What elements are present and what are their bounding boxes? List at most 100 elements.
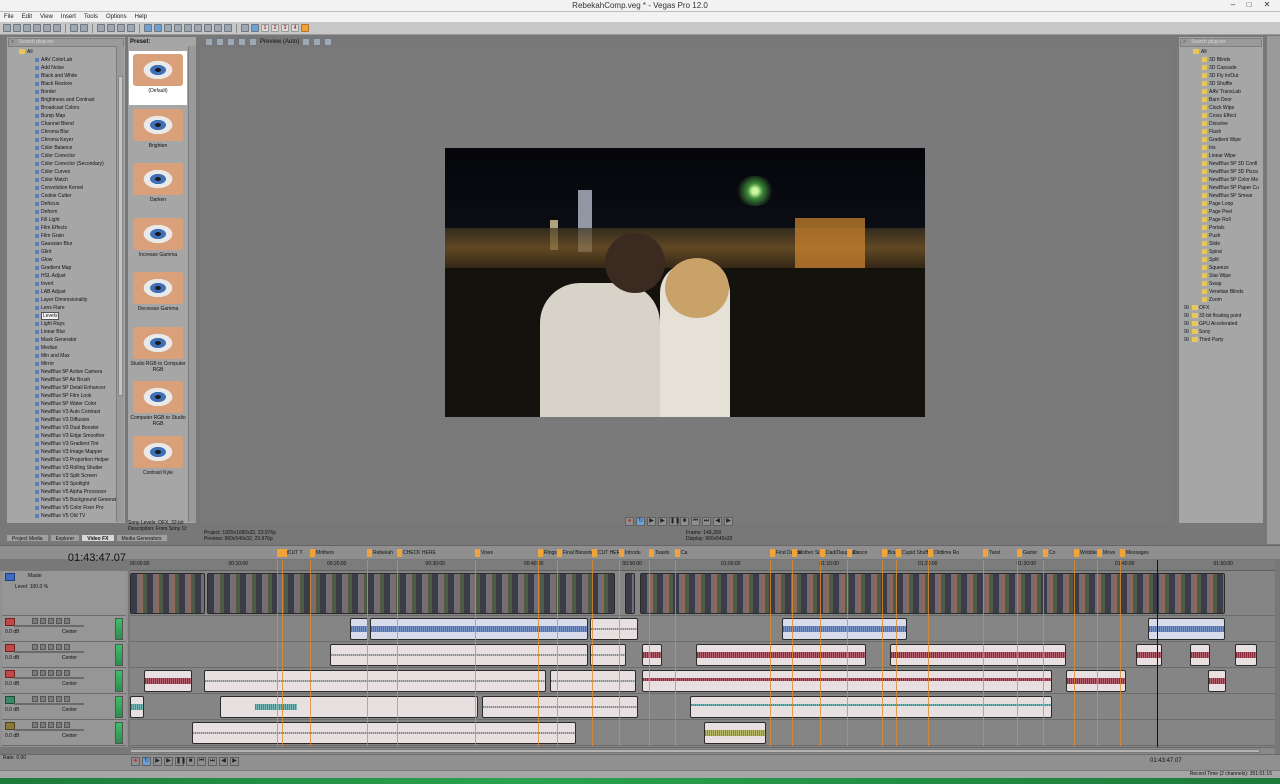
solo-icon[interactable] <box>40 644 46 650</box>
fx-item[interactable]: NewBlue 5P Water Color <box>7 400 125 408</box>
auto-crossfade-icon[interactable] <box>194 24 202 32</box>
timeline-marker[interactable]: Rings <box>538 549 557 557</box>
delete-icon[interactable] <box>127 24 135 32</box>
properties-icon[interactable] <box>53 24 61 32</box>
transition-item[interactable]: Dissolve <box>1179 120 1263 128</box>
fx-item[interactable]: Levels <box>7 312 125 320</box>
fx-item[interactable]: Light Rays <box>7 320 125 328</box>
audio-clip[interactable] <box>1136 644 1162 666</box>
transition-item[interactable]: Spiral <box>1179 248 1263 256</box>
fx-item[interactable]: NewBlue V3 Diffusion <box>7 416 125 424</box>
menu-edit[interactable]: Edit <box>18 12 36 22</box>
track-volume[interactable]: 0.0 dB <box>5 707 19 713</box>
open-folder-icon[interactable] <box>13 24 21 32</box>
previous-frame-button[interactable]: ◀ <box>219 757 228 766</box>
arm-record-icon[interactable] <box>56 696 62 702</box>
transition-folder[interactable]: ⊞ OFX <box>1179 304 1263 312</box>
solo-icon[interactable] <box>40 670 46 676</box>
fx-item[interactable]: NewBlue V3 Spotlight <box>7 480 125 488</box>
fx-item[interactable]: Brightness and Contrast <box>7 96 125 104</box>
fx-item[interactable]: NewBlue 5P Film Look <box>7 392 125 400</box>
timeline-marker[interactable]: Garter <box>1017 549 1037 557</box>
track-volume[interactable]: 0.0 dB <box>5 655 19 661</box>
previous-frame-button[interactable]: ◀ <box>713 517 722 526</box>
transitions-search-input[interactable]: ⌕ Search plug-ins <box>1180 38 1262 47</box>
preset-item[interactable]: Brighten <box>129 106 187 160</box>
envelope-tool-icon[interactable] <box>154 24 162 32</box>
layout-1-button[interactable]: 1 <box>261 24 269 32</box>
tab-project-media[interactable]: Project Media <box>6 534 49 542</box>
play-from-start-button[interactable]: ▶ <box>647 517 656 526</box>
marker-icon[interactable] <box>241 24 249 32</box>
fx-tree-root[interactable]: All <box>7 48 125 56</box>
arm-record-icon[interactable] <box>56 644 62 650</box>
transition-item[interactable]: Linear Wipe <box>1179 152 1263 160</box>
fx-icon[interactable] <box>48 670 54 676</box>
audio-clip[interactable] <box>350 618 368 640</box>
fx-item[interactable]: Bump Map <box>7 112 125 120</box>
audio-clip[interactable] <box>1148 618 1225 640</box>
mute-icon[interactable] <box>32 696 38 702</box>
transition-item[interactable]: Iris <box>1179 144 1263 152</box>
fx-item[interactable]: Layer Dimensionality <box>7 296 125 304</box>
transition-folder[interactable]: ⊞ 32-bit floating point <box>1179 312 1263 320</box>
transition-item[interactable]: Page Loop <box>1179 200 1263 208</box>
fx-item[interactable]: NewBlue V3 Auto Contrast <box>7 408 125 416</box>
save-icon[interactable] <box>23 24 31 32</box>
play-button[interactable]: ▶ <box>658 517 667 526</box>
solo-icon[interactable] <box>40 618 46 624</box>
fx-item[interactable]: NewBlue V3 Split Screen <box>7 472 125 480</box>
timeline-marker[interactable]: Wobble <box>1074 549 1097 557</box>
audio-clip[interactable] <box>144 670 192 692</box>
fx-item[interactable]: NewBlue 5P Detail Enhancer <box>7 384 125 392</box>
go-to-start-button[interactable]: ⏮ <box>691 517 700 526</box>
pause-button[interactable]: ❚❚ <box>175 757 186 766</box>
transition-item[interactable]: Flash <box>1179 128 1263 136</box>
external-monitor-icon[interactable] <box>216 38 224 46</box>
track-pan[interactable]: Center <box>62 733 77 739</box>
audio-clip[interactable] <box>204 670 546 692</box>
fx-item[interactable]: Gradient Map <box>7 264 125 272</box>
menu-file[interactable]: File <box>0 12 18 22</box>
audio-clip[interactable] <box>890 644 1066 666</box>
arm-record-icon[interactable] <box>56 618 62 624</box>
fx-bypass-icon[interactable] <box>227 38 235 46</box>
zoom-tool-icon[interactable] <box>174 24 182 32</box>
audio-clip[interactable] <box>330 644 588 666</box>
selection-tool-icon[interactable] <box>164 24 172 32</box>
normal-edit-tool-icon[interactable] <box>144 24 152 32</box>
fx-icon[interactable] <box>48 722 54 728</box>
solo-icon[interactable] <box>40 722 46 728</box>
transition-item[interactable]: Page Roll <box>1179 216 1263 224</box>
fx-item[interactable]: Fill Light <box>7 216 125 224</box>
tab-explorer[interactable]: Explorer <box>49 534 81 542</box>
timeline-marker[interactable]: Final Blessing <box>557 549 594 557</box>
fx-item[interactable]: Chroma Blur <box>7 128 125 136</box>
fx-item[interactable]: Black Restore <box>7 80 125 88</box>
volume-slider[interactable] <box>14 677 84 679</box>
audio-clip[interactable] <box>550 670 636 692</box>
automation-icon[interactable] <box>64 722 70 728</box>
fx-item[interactable]: LAB Adjust <box>7 288 125 296</box>
time-ruler[interactable]: 00:00:00 00:10:00 00:20:00 00:30:00 00:40:00… <box>130 560 1275 571</box>
fx-search-input[interactable]: ⌕ Search plug-ins <box>8 38 124 47</box>
audio-clip[interactable] <box>696 644 866 666</box>
tab-media-generators[interactable]: Media Generators <box>115 534 168 542</box>
stop-button[interactable]: ■ <box>680 517 689 526</box>
audio-clip[interactable] <box>782 618 907 640</box>
audio-clip[interactable] <box>1190 644 1210 666</box>
automation-icon[interactable] <box>64 670 70 676</box>
minimize-button[interactable]: – <box>1226 0 1240 11</box>
fx-item[interactable]: AAV ColorLab <box>7 56 125 64</box>
preview-quality-icon[interactable] <box>249 38 257 46</box>
video-clip[interactable] <box>207 573 615 614</box>
expand-icon[interactable]: ⊞ <box>1184 336 1189 344</box>
timeline-marker[interactable]: Introdu <box>619 549 641 557</box>
fx-item[interactable]: NewBlue V5 Old TV <box>7 512 125 520</box>
transition-item[interactable]: Barn Door <box>1179 96 1263 104</box>
fx-item[interactable]: NewBlue V5 Alpha Processor <box>7 488 125 496</box>
layout-4-button[interactable]: 4 <box>291 24 299 32</box>
loop-playback-button[interactable]: ↻ <box>142 757 151 766</box>
audio-clip[interactable] <box>690 696 1052 718</box>
transition-item[interactable]: Portals <box>1179 224 1263 232</box>
